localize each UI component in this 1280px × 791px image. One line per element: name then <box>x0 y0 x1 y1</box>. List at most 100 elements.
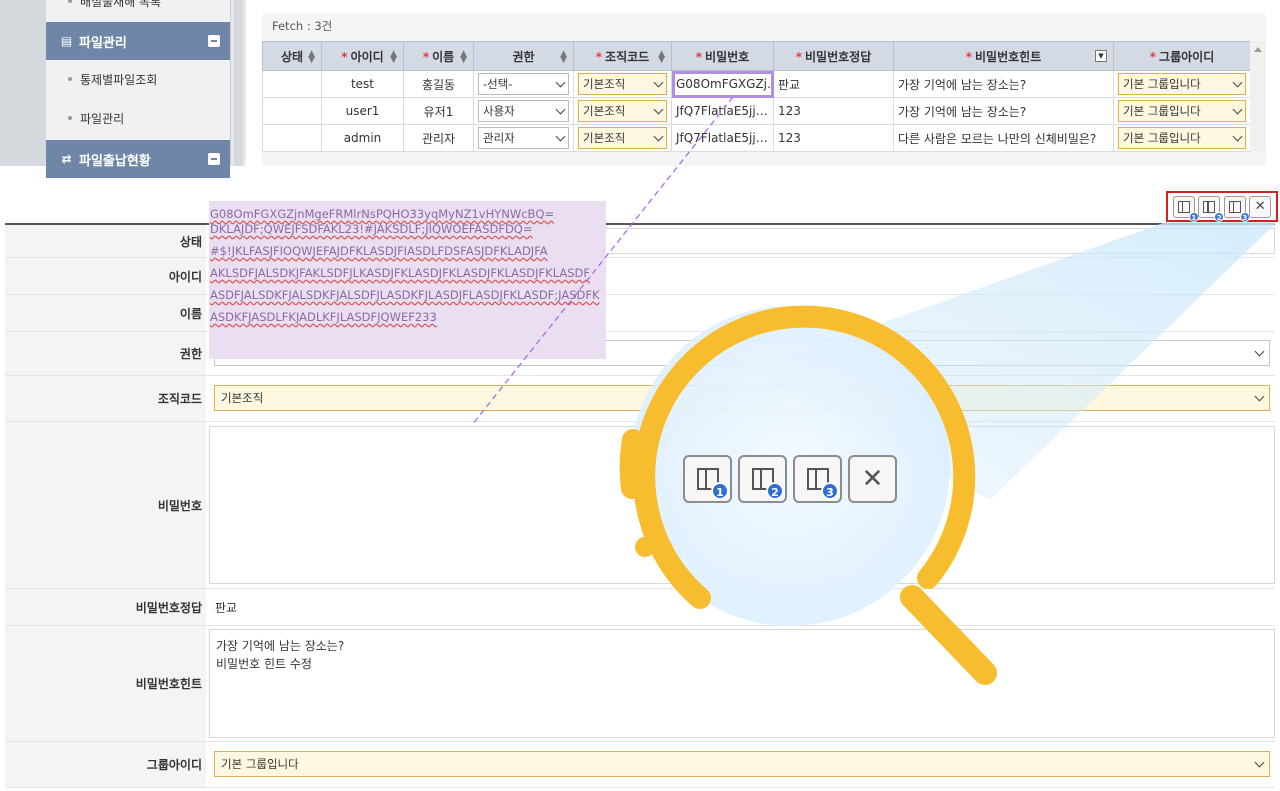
password-line: #$!JKLFASJFIOQWJEFAJDFKLASDJFIASDLFDSFAS… <box>210 244 548 258</box>
chevron-down-icon <box>653 104 664 115</box>
scroll-up-icon[interactable] <box>1254 47 1262 52</box>
cell-org[interactable]: 기본조직 <box>573 70 672 98</box>
chevron-down-icon <box>555 77 566 88</box>
col-header-id[interactable]: * 아이디 ▲ ▼ <box>321 41 404 71</box>
cell-password-selected[interactable]: G08OmFGXGZj… <box>671 70 774 98</box>
cell-group[interactable]: 기본 그룹입니다 <box>1113 124 1251 152</box>
sidebar-group-label: 파일출납현황 <box>79 153 151 169</box>
col-header-name[interactable]: * 이름 ▲ ▼ <box>403 41 474 71</box>
sort-icon[interactable]: ▲ ▼ <box>560 50 567 65</box>
close-button[interactable]: ✕ <box>1249 195 1272 218</box>
col-header-label: 비밀번호정답 <box>805 49 872 64</box>
chevron-down-icon <box>653 77 664 88</box>
cell-name[interactable]: 유저1 <box>403 97 474 125</box>
cell-status[interactable] <box>262 124 322 152</box>
form-row-name: 이름 홍길동 <box>5 295 1275 332</box>
magnified-layout-3-button[interactable]: 3 <box>793 455 842 503</box>
select-value: 기본조직 <box>583 131 626 145</box>
sort-icon[interactable]: ▲ ▼ <box>390 50 397 65</box>
cell-org[interactable]: 기본조직 <box>573 97 672 125</box>
hint-textarea[interactable]: 가장 기억에 남는 장소는? 비밀번호 힌트 수정 <box>209 629 1275 738</box>
org-select[interactable]: 기본조직 <box>578 100 667 122</box>
sort-icon[interactable]: ▲ ▼ <box>658 50 665 65</box>
table-row[interactable]: test 홍길동 -선택- 기본조직 G08OmFGXGZj… 판교 가장 기억… <box>262 70 1251 98</box>
cell-password[interactable]: JfQ7FlatlaE5jj… <box>671 97 774 125</box>
column-menu-icon[interactable]: ▼ <box>1095 50 1107 62</box>
select-value: 기본 그룹입니다 <box>221 757 299 771</box>
layout-3-button[interactable]: 3 <box>1223 195 1250 222</box>
cell-id[interactable]: test <box>321 70 404 98</box>
col-header-status[interactable]: 상태 ▲ ▼ <box>262 41 322 71</box>
table-row[interactable]: admin 관리자 관리자 기본조직 JfQ7FlatlaE5jj… 123 다… <box>262 124 1251 152</box>
grid-screenshot: 배설물재해 목록 ▤ 파일관리 통제별파일조회 파일관리 ⇄ 파일출납현황 Fe… <box>0 0 1280 178</box>
role-select[interactable]: 관리자 <box>478 127 569 149</box>
sidebar-group-file-inout[interactable]: ⇄ 파일출납현황 <box>46 140 230 178</box>
badge-number: 2 <box>766 482 784 500</box>
group-select[interactable]: 기본 그룹입니다 <box>1118 73 1246 95</box>
col-header-hint[interactable]: * 비밀번호힌트 ▼ <box>893 41 1114 71</box>
sidebar-item-file-management[interactable]: 파일관리 <box>46 99 230 137</box>
form-row-password: 비밀번호 <box>5 422 1275 589</box>
magnified-layout-1-button[interactable]: 1 <box>683 455 732 503</box>
col-header-role[interactable]: 권한 ▲ ▼ <box>473 41 574 71</box>
exchange-icon: ⇄ <box>61 152 72 166</box>
cell-hint[interactable]: 다른 사람은 모르는 나만의 신체비밀은? <box>893 124 1114 152</box>
sort-icon[interactable]: ▲ ▼ <box>308 50 315 65</box>
sidebar-item-top[interactable]: 배설물재해 목록 <box>46 0 230 20</box>
cell-status[interactable] <box>262 97 322 125</box>
grid-scrollbar[interactable] <box>1250 41 1266 151</box>
sidebar-item-control-file[interactable]: 통제별파일조회 <box>46 60 230 98</box>
sidebar-splitter[interactable] <box>230 0 246 166</box>
cell-status[interactable] <box>262 70 322 98</box>
sidebar-item-label: 통제별파일조회 <box>80 72 158 87</box>
required-mark: * <box>695 49 703 64</box>
col-header-password[interactable]: * 비밀번호 <box>671 41 774 71</box>
cell-answer[interactable]: 판교 <box>773 70 894 98</box>
cell-id[interactable]: admin <box>321 124 404 152</box>
collapse-icon[interactable] <box>208 35 220 47</box>
cell-hint[interactable]: 가장 기억에 남는 장소는? <box>893 70 1114 98</box>
answer-field[interactable]: 판교 <box>209 592 1275 622</box>
password-value-highlight[interactable]: G08OmFGXGZjnMgeFRMlrNsPQHO33yqMyNZ1vHYNW… <box>209 201 606 359</box>
col-header-group[interactable]: * 그룹아이디 <box>1113 41 1251 71</box>
magnified-layout-2-button[interactable]: 2 <box>738 455 787 503</box>
cell-role[interactable]: 사용자 <box>473 97 574 125</box>
org-select[interactable]: 기본조직 <box>578 127 667 149</box>
role-select[interactable]: 사용자 <box>478 100 569 122</box>
org-select[interactable]: 기본조직 <box>578 73 667 95</box>
required-mark: * <box>595 49 603 64</box>
sidebar-group-file-management[interactable]: ▤ 파일관리 <box>46 22 230 60</box>
select-value: 관리자 <box>483 131 515 145</box>
col-header-org[interactable]: * 조직코드 ▲ ▼ <box>573 41 672 71</box>
layout-1-button[interactable]: 1 <box>1172 195 1199 222</box>
field-label: 상태 <box>5 225 206 257</box>
cell-group[interactable]: 기본 그룹입니다 <box>1113 97 1251 125</box>
cell-answer[interactable]: 123 <box>773 124 894 152</box>
cell-role[interactable]: -선택- <box>473 70 574 98</box>
layout-2-button[interactable]: 2 <box>1198 195 1225 222</box>
select-value: 기본조직 <box>583 77 626 91</box>
cell-org[interactable]: 기본조직 <box>573 124 672 152</box>
org-select[interactable]: 기본조직 <box>214 385 1270 411</box>
collapse-icon[interactable] <box>208 153 220 165</box>
cell-role[interactable]: 관리자 <box>473 124 574 152</box>
cell-password[interactable]: JfQ7FlatlaE5jj… <box>671 124 774 152</box>
cell-answer[interactable]: 123 <box>773 97 894 125</box>
cell-id[interactable]: user1 <box>321 97 404 125</box>
sort-icon[interactable]: ▲ ▼ <box>460 50 467 65</box>
col-header-answer[interactable]: * 비밀번호정답 <box>773 41 894 71</box>
table-row[interactable]: user1 유저1 사용자 기본조직 JfQ7FlatlaE5jj… 123 가… <box>262 97 1251 125</box>
form-row-role: 권한 -선택- <box>5 332 1275 376</box>
required-mark: * <box>422 49 430 64</box>
group-select[interactable]: 기본 그룹입니다 <box>214 751 1270 777</box>
cell-name[interactable]: 홍길동 <box>403 70 474 98</box>
cell-hint[interactable]: 가장 기억에 남는 장소는? <box>893 97 1114 125</box>
cell-group[interactable]: 기본 그룹입니다 <box>1113 70 1251 98</box>
group-select[interactable]: 기본 그룹입니다 <box>1118 127 1246 149</box>
magnified-close-button[interactable]: ✕ <box>848 455 897 503</box>
role-select[interactable]: -선택- <box>478 73 569 95</box>
cell-name[interactable]: 관리자 <box>403 124 474 152</box>
group-select[interactable]: 기본 그룹입니다 <box>1118 100 1246 122</box>
form-row-answer: 비밀번호정답 판교 <box>5 589 1275 626</box>
password-textarea[interactable] <box>209 426 1275 584</box>
